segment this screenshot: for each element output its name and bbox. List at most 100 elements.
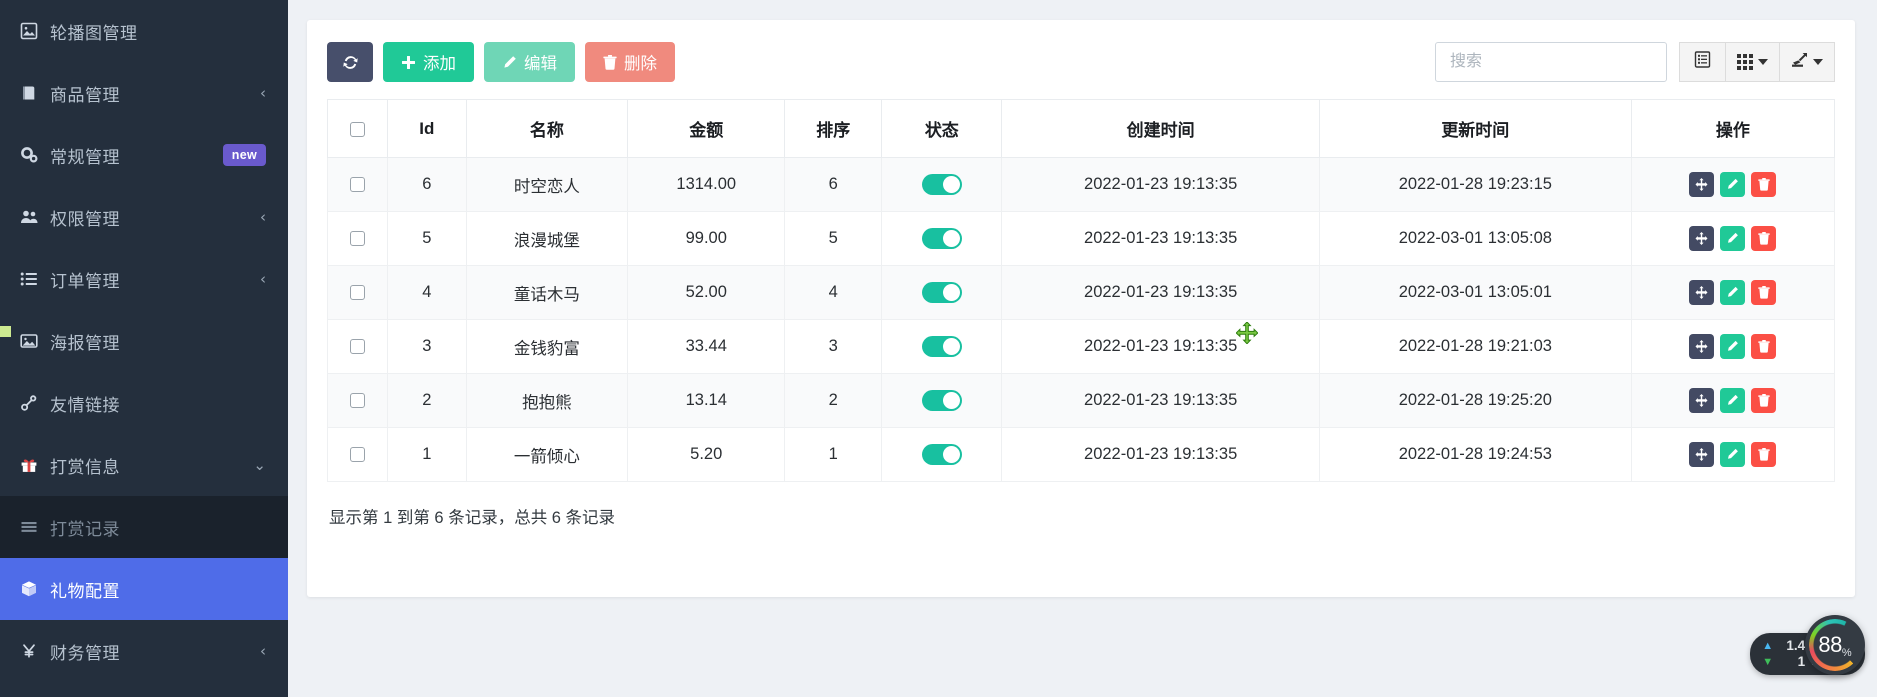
toolbar-right xyxy=(1435,42,1835,82)
header-select-all xyxy=(328,100,388,158)
cell-id: 5 xyxy=(388,212,467,266)
header-id[interactable]: Id xyxy=(388,100,467,158)
status-toggle[interactable] xyxy=(922,174,962,195)
sidebar-item-order[interactable]: 订单管理 ‹ xyxy=(0,248,288,310)
sidebar-item-finance[interactable]: 财务管理 ‹ xyxy=(0,620,288,682)
sidebar-item-gift-config[interactable]: 礼物配置 xyxy=(0,558,288,620)
row-checkbox[interactable] xyxy=(350,285,365,300)
cell-id: 2 xyxy=(388,374,467,428)
table-row[interactable]: 3金钱豹富33.4432022-01-23 19:13:352022-01-28… xyxy=(328,320,1835,374)
header-updated[interactable]: 更新时间 xyxy=(1319,100,1631,158)
status-toggle[interactable] xyxy=(922,282,962,303)
cpu-usage-gauge[interactable]: 88 % xyxy=(1805,615,1865,675)
refresh-button[interactable] xyxy=(327,42,373,82)
header-name[interactable]: 名称 xyxy=(466,100,628,158)
app-root: 轮播图管理 商品管理 ‹ 常规管理 new 权限管理 ‹ xyxy=(0,0,1877,697)
pencil-icon xyxy=(1726,286,1739,299)
table-row[interactable]: 1一箭倾心5.2012022-01-23 19:13:352022-01-28 … xyxy=(328,428,1835,482)
arrow-down-icon: ▼ xyxy=(1762,657,1773,668)
sidebar-item-permission[interactable]: 权限管理 ‹ xyxy=(0,186,288,248)
cell-sort: 3 xyxy=(785,320,882,374)
edit-button[interactable] xyxy=(1720,172,1745,197)
columns-grid-icon xyxy=(1737,54,1753,70)
header-sort[interactable]: 排序 xyxy=(785,100,882,158)
sidebar-item-goods[interactable]: 商品管理 ‹ xyxy=(0,62,288,124)
add-button[interactable]: 添加 xyxy=(383,42,474,82)
sidebar-item-general[interactable]: 常规管理 new xyxy=(0,124,288,186)
edit-button[interactable] xyxy=(1720,226,1745,251)
sidebar-item-label: 轮播图管理 xyxy=(50,19,266,44)
trash-icon xyxy=(1758,178,1770,191)
delete-button[interactable]: 删除 xyxy=(585,42,675,82)
system-monitor-widget[interactable]: ▲ 1.4 K/s ▼ 1 K/s 88 % xyxy=(1750,633,1865,675)
chevron-icon: ‹ xyxy=(260,84,266,102)
gift-config-table: Id 名称 金额 排序 状态 创建时间 更新时间 操作 6时空恋人1314.00… xyxy=(327,99,1835,482)
sidebar-item-reward-record[interactable]: 打赏记录 xyxy=(0,496,288,558)
table-row[interactable]: 2抱抱熊13.1422022-01-23 19:13:352022-01-28 … xyxy=(328,374,1835,428)
sidebar-item-reward-info[interactable]: 打赏信息 ⌄ xyxy=(0,434,288,496)
search-input[interactable] xyxy=(1435,42,1667,82)
move-button[interactable] xyxy=(1689,334,1714,359)
table-row[interactable]: 6时空恋人1314.0062022-01-23 19:13:352022-01-… xyxy=(328,158,1835,212)
select-all-checkbox[interactable] xyxy=(350,122,365,137)
export-button[interactable] xyxy=(1779,42,1835,82)
columns-button[interactable] xyxy=(1725,42,1779,82)
row-checkbox[interactable] xyxy=(350,231,365,246)
download-speed-value: 1 xyxy=(1779,654,1805,670)
cell-name: 童话木马 xyxy=(466,266,628,320)
delete-button[interactable] xyxy=(1751,388,1776,413)
status-toggle[interactable] xyxy=(922,390,962,411)
table-row[interactable]: 4童话木马52.0042022-01-23 19:13:352022-03-01… xyxy=(328,266,1835,320)
cell-id: 4 xyxy=(388,266,467,320)
sidebar-item-friendlink[interactable]: 友情链接 xyxy=(0,372,288,434)
cube-icon xyxy=(20,580,50,598)
status-toggle[interactable] xyxy=(922,336,962,357)
delete-button[interactable] xyxy=(1751,172,1776,197)
edit-button-label: 编辑 xyxy=(524,50,557,74)
header-status[interactable]: 状态 xyxy=(882,100,1002,158)
row-checkbox[interactable] xyxy=(350,177,365,192)
header-created[interactable]: 创建时间 xyxy=(1002,100,1320,158)
row-checkbox[interactable] xyxy=(350,393,365,408)
table-body: 6时空恋人1314.0062022-01-23 19:13:352022-01-… xyxy=(328,158,1835,482)
book-icon xyxy=(20,84,50,102)
move-button[interactable] xyxy=(1689,172,1714,197)
row-checkbox-cell xyxy=(328,158,388,212)
delete-button[interactable] xyxy=(1751,280,1776,305)
upload-speed-value: 1.4 xyxy=(1779,638,1805,654)
gears-icon xyxy=(20,146,50,164)
delete-button[interactable] xyxy=(1751,442,1776,467)
chevron-down-icon: ⌄ xyxy=(253,456,266,474)
status-toggle[interactable] xyxy=(922,444,962,465)
status-toggle[interactable] xyxy=(922,228,962,249)
cell-sort: 5 xyxy=(785,212,882,266)
delete-button[interactable] xyxy=(1751,226,1776,251)
table-row[interactable]: 5浪漫城堡99.0052022-01-23 19:13:352022-03-01… xyxy=(328,212,1835,266)
fullscreen-button[interactable] xyxy=(1679,42,1725,82)
cell-amount: 33.44 xyxy=(628,320,785,374)
trash-icon xyxy=(1758,232,1770,245)
cell-name: 一箭倾心 xyxy=(466,428,628,482)
move-button[interactable] xyxy=(1689,226,1714,251)
cell-sort: 4 xyxy=(785,266,882,320)
header-amount[interactable]: 金额 xyxy=(628,100,785,158)
row-checkbox[interactable] xyxy=(350,339,365,354)
sidebar-item-carousel[interactable]: 轮播图管理 xyxy=(0,0,288,62)
arrows-move-icon xyxy=(1695,394,1708,407)
edit-button[interactable] xyxy=(1720,280,1745,305)
table-toolbar: 添加 编辑 删除 xyxy=(327,42,1835,82)
cell-sort: 2 xyxy=(785,374,882,428)
move-button[interactable] xyxy=(1689,280,1714,305)
move-button[interactable] xyxy=(1689,388,1714,413)
move-button[interactable] xyxy=(1689,442,1714,467)
cell-created: 2022-01-23 19:13:35 xyxy=(1002,212,1320,266)
edit-button[interactable] xyxy=(1720,388,1745,413)
edit-button[interactable] xyxy=(1720,334,1745,359)
sidebar-item-poster[interactable]: 海报管理 xyxy=(0,310,288,372)
edit-button[interactable]: 编辑 xyxy=(484,42,575,82)
edit-button[interactable] xyxy=(1720,442,1745,467)
content-card: 添加 编辑 删除 xyxy=(307,20,1855,597)
cell-created: 2022-01-23 19:13:35 xyxy=(1002,320,1320,374)
delete-button[interactable] xyxy=(1751,334,1776,359)
row-checkbox[interactable] xyxy=(350,447,365,462)
